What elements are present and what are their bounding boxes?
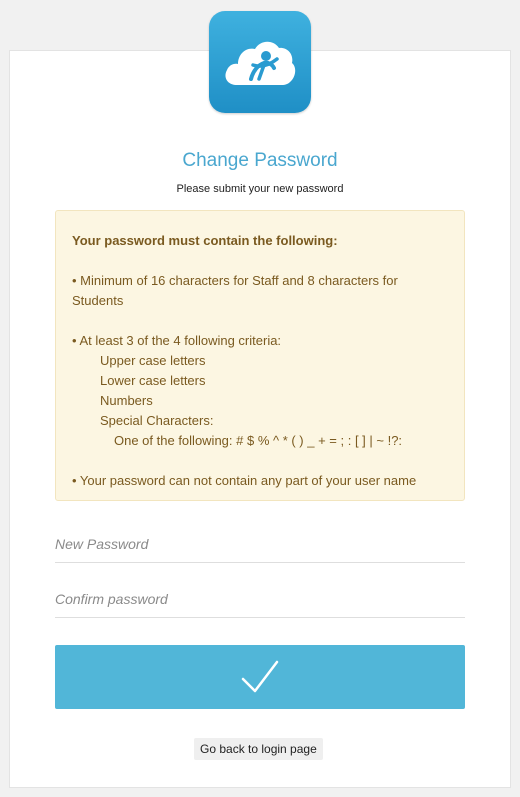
checkmark-icon — [241, 660, 279, 693]
criteria-item: Special Characters: — [100, 413, 214, 428]
special-characters-list: One of the following: # $ % ^ * ( ) _ + … — [114, 433, 403, 448]
confirm-password-field-wrapper — [55, 585, 465, 618]
requirement-criteria-intro: • At least 3 of the 4 following criteria… — [72, 333, 282, 348]
confirm-password-input[interactable] — [55, 585, 465, 613]
cloud-person-logo-icon — [225, 41, 296, 85]
requirement-min-length: • Minimum of 16 characters for Staff and… — [72, 273, 398, 308]
new-password-input[interactable] — [55, 530, 465, 558]
criteria-item: Upper case letters — [100, 353, 206, 368]
page-title: Change Password — [182, 150, 338, 171]
criteria-item: Numbers — [100, 393, 153, 408]
criteria-item: Lower case letters — [100, 373, 206, 388]
requirements-heading: Your password must contain the following… — [72, 233, 338, 248]
requirement-username: • Your password can not contain any part… — [72, 473, 417, 488]
back-to-login-button[interactable]: Go back to login page — [194, 738, 323, 760]
page-subtitle: Please submit your new password — [176, 183, 344, 195]
password-requirements-box: Your password must contain the following… — [55, 210, 465, 501]
new-password-field-wrapper — [55, 530, 465, 563]
submit-button[interactable] — [55, 645, 465, 709]
app-logo — [209, 11, 311, 113]
